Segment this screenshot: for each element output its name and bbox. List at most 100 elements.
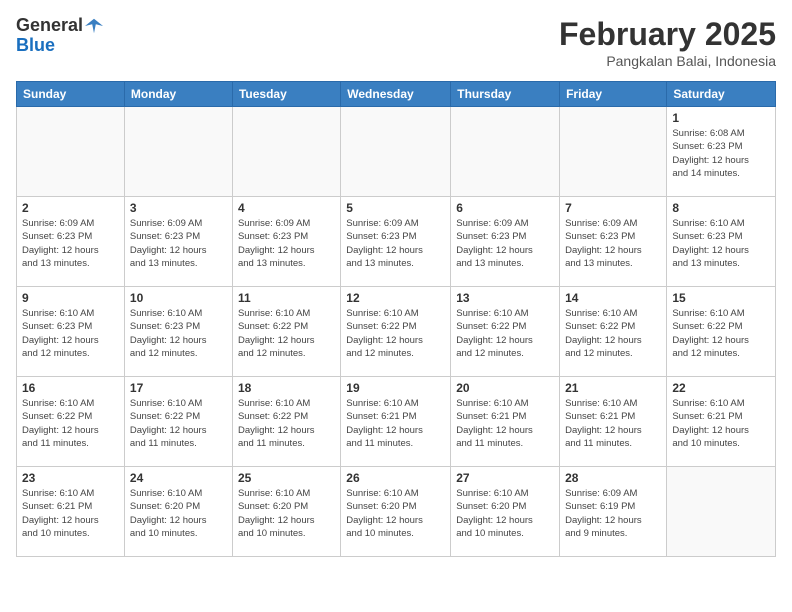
day-number: 19	[346, 381, 445, 395]
table-row: 24 Sunrise: 6:10 AM Sunset: 6:20 PM Dayli…	[124, 467, 232, 557]
day-number: 17	[130, 381, 227, 395]
table-row: 6Sunrise: 6:09 AM Sunset: 6:23 PM Daylig…	[451, 197, 560, 287]
day-info: Sunrise: 6:10 AM Sunset: 6:22 PM Dayligh…	[130, 397, 227, 450]
day-info: Sunrise: 6:10 AM Sunset: 6:20 PM Dayligh…	[456, 487, 554, 540]
day-number: 27	[456, 471, 554, 485]
day-number: 18	[238, 381, 335, 395]
table-row	[232, 107, 340, 197]
logo-blue: Blue	[16, 36, 103, 56]
table-row: 8 Sunrise: 6:10 AM Sunset: 6:23 PM Daylig…	[667, 197, 776, 287]
day-number: 16	[22, 381, 119, 395]
table-row	[17, 107, 125, 197]
day-info: Sunrise: 6:10 AM Sunset: 6:22 PM Dayligh…	[22, 397, 119, 450]
table-row: 1 Sunrise: 6:08 AM Sunset: 6:23 PM Daylig…	[667, 107, 776, 197]
table-row: 22 Sunrise: 6:10 AM Sunset: 6:21 PM Dayli…	[667, 377, 776, 467]
col-monday: Monday	[124, 82, 232, 107]
calendar-week-row: 2 Sunrise: 6:09 AM Sunset: 6:23 PM Daylig…	[17, 197, 776, 287]
col-tuesday: Tuesday	[232, 82, 340, 107]
day-number: 25	[238, 471, 335, 485]
day-info: Sunrise: 6:09 AM Sunset: 6:23 PM Dayligh…	[346, 217, 445, 270]
day-info: Sunrise: 6:10 AM Sunset: 6:21 PM Dayligh…	[22, 487, 119, 540]
table-row: 19 Sunrise: 6:10 AM Sunset: 6:21 PM Dayli…	[341, 377, 451, 467]
day-info: Sunrise: 6:10 AM Sunset: 6:21 PM Dayligh…	[456, 397, 554, 450]
table-row: 7 Sunrise: 6:09 AM Sunset: 6:23 PM Daylig…	[560, 197, 667, 287]
day-info: Sunrise: 6:09 AM Sunset: 6:23 PM Dayligh…	[22, 217, 119, 270]
table-row	[667, 467, 776, 557]
calendar-week-row: 9 Sunrise: 6:10 AM Sunset: 6:23 PM Daylig…	[17, 287, 776, 377]
logo: General Blue	[16, 16, 103, 56]
col-saturday: Saturday	[667, 82, 776, 107]
table-row: 3Sunrise: 6:09 AM Sunset: 6:23 PM Daylig…	[124, 197, 232, 287]
col-sunday: Sunday	[17, 82, 125, 107]
day-info: Sunrise: 6:09 AM Sunset: 6:23 PM Dayligh…	[238, 217, 335, 270]
title-block: February 2025 Pangkalan Balai, Indonesia	[559, 16, 776, 69]
day-info: Sunrise: 6:08 AM Sunset: 6:23 PM Dayligh…	[672, 127, 770, 180]
day-number: 26	[346, 471, 445, 485]
day-info: Sunrise: 6:09 AM Sunset: 6:23 PM Dayligh…	[130, 217, 227, 270]
day-info: Sunrise: 6:10 AM Sunset: 6:21 PM Dayligh…	[346, 397, 445, 450]
day-number: 21	[565, 381, 661, 395]
day-info: Sunrise: 6:10 AM Sunset: 6:20 PM Dayligh…	[130, 487, 227, 540]
calendar-week-row: 1 Sunrise: 6:08 AM Sunset: 6:23 PM Daylig…	[17, 107, 776, 197]
col-friday: Friday	[560, 82, 667, 107]
day-info: Sunrise: 6:10 AM Sunset: 6:23 PM Dayligh…	[672, 217, 770, 270]
col-thursday: Thursday	[451, 82, 560, 107]
day-number: 22	[672, 381, 770, 395]
table-row: 9 Sunrise: 6:10 AM Sunset: 6:23 PM Daylig…	[17, 287, 125, 377]
table-row: 15 Sunrise: 6:10 AM Sunset: 6:22 PM Dayli…	[667, 287, 776, 377]
table-row	[124, 107, 232, 197]
day-number: 15	[672, 291, 770, 305]
day-info: Sunrise: 6:10 AM Sunset: 6:22 PM Dayligh…	[238, 307, 335, 360]
table-row	[451, 107, 560, 197]
day-number: 1	[672, 111, 770, 125]
table-row: 11 Sunrise: 6:10 AM Sunset: 6:22 PM Dayli…	[232, 287, 340, 377]
table-row: 10Sunrise: 6:10 AM Sunset: 6:23 PM Dayli…	[124, 287, 232, 377]
table-row: 27 Sunrise: 6:10 AM Sunset: 6:20 PM Dayli…	[451, 467, 560, 557]
day-number: 5	[346, 201, 445, 215]
day-info: Sunrise: 6:10 AM Sunset: 6:23 PM Dayligh…	[22, 307, 119, 360]
logo-bird-icon	[85, 17, 103, 35]
day-info: Sunrise: 6:10 AM Sunset: 6:22 PM Dayligh…	[672, 307, 770, 360]
day-number: 9	[22, 291, 119, 305]
day-number: 11	[238, 291, 335, 305]
day-number: 8	[672, 201, 770, 215]
table-row: 20 Sunrise: 6:10 AM Sunset: 6:21 PM Dayli…	[451, 377, 560, 467]
day-info: Sunrise: 6:09 AM Sunset: 6:19 PM Dayligh…	[565, 487, 661, 540]
day-number: 2	[22, 201, 119, 215]
col-wednesday: Wednesday	[341, 82, 451, 107]
table-row: 16 Sunrise: 6:10 AM Sunset: 6:22 PM Dayli…	[17, 377, 125, 467]
day-number: 12	[346, 291, 445, 305]
location: Pangkalan Balai, Indonesia	[559, 53, 776, 69]
table-row: 12 Sunrise: 6:10 AM Sunset: 6:22 PM Dayli…	[341, 287, 451, 377]
calendar-week-row: 23 Sunrise: 6:10 AM Sunset: 6:21 PM Dayli…	[17, 467, 776, 557]
logo-text: General Blue	[16, 16, 103, 56]
table-row: 5 Sunrise: 6:09 AM Sunset: 6:23 PM Daylig…	[341, 197, 451, 287]
day-number: 14	[565, 291, 661, 305]
table-row: 2 Sunrise: 6:09 AM Sunset: 6:23 PM Daylig…	[17, 197, 125, 287]
day-number: 23	[22, 471, 119, 485]
calendar-header-row: Sunday Monday Tuesday Wednesday Thursday…	[17, 82, 776, 107]
day-info: Sunrise: 6:10 AM Sunset: 6:21 PM Dayligh…	[565, 397, 661, 450]
day-number: 20	[456, 381, 554, 395]
table-row: 21 Sunrise: 6:10 AM Sunset: 6:21 PM Dayli…	[560, 377, 667, 467]
day-number: 6	[456, 201, 554, 215]
table-row: 14Sunrise: 6:10 AM Sunset: 6:22 PM Dayli…	[560, 287, 667, 377]
table-row: 26Sunrise: 6:10 AM Sunset: 6:20 PM Dayli…	[341, 467, 451, 557]
day-info: Sunrise: 6:10 AM Sunset: 6:22 PM Dayligh…	[346, 307, 445, 360]
table-row: 17 Sunrise: 6:10 AM Sunset: 6:22 PM Dayli…	[124, 377, 232, 467]
day-number: 24	[130, 471, 227, 485]
table-row	[560, 107, 667, 197]
day-number: 13	[456, 291, 554, 305]
day-info: Sunrise: 6:09 AM Sunset: 6:23 PM Dayligh…	[565, 217, 661, 270]
table-row: 23 Sunrise: 6:10 AM Sunset: 6:21 PM Dayli…	[17, 467, 125, 557]
day-info: Sunrise: 6:10 AM Sunset: 6:23 PM Dayligh…	[130, 307, 227, 360]
calendar-week-row: 16 Sunrise: 6:10 AM Sunset: 6:22 PM Dayli…	[17, 377, 776, 467]
day-number: 7	[565, 201, 661, 215]
table-row: 4Sunrise: 6:09 AM Sunset: 6:23 PM Daylig…	[232, 197, 340, 287]
table-row	[341, 107, 451, 197]
day-info: Sunrise: 6:10 AM Sunset: 6:21 PM Dayligh…	[672, 397, 770, 450]
table-row: 13Sunrise: 6:10 AM Sunset: 6:22 PM Dayli…	[451, 287, 560, 377]
table-row: 28 Sunrise: 6:09 AM Sunset: 6:19 PM Dayli…	[560, 467, 667, 557]
day-number: 28	[565, 471, 661, 485]
calendar-table: Sunday Monday Tuesday Wednesday Thursday…	[16, 81, 776, 557]
